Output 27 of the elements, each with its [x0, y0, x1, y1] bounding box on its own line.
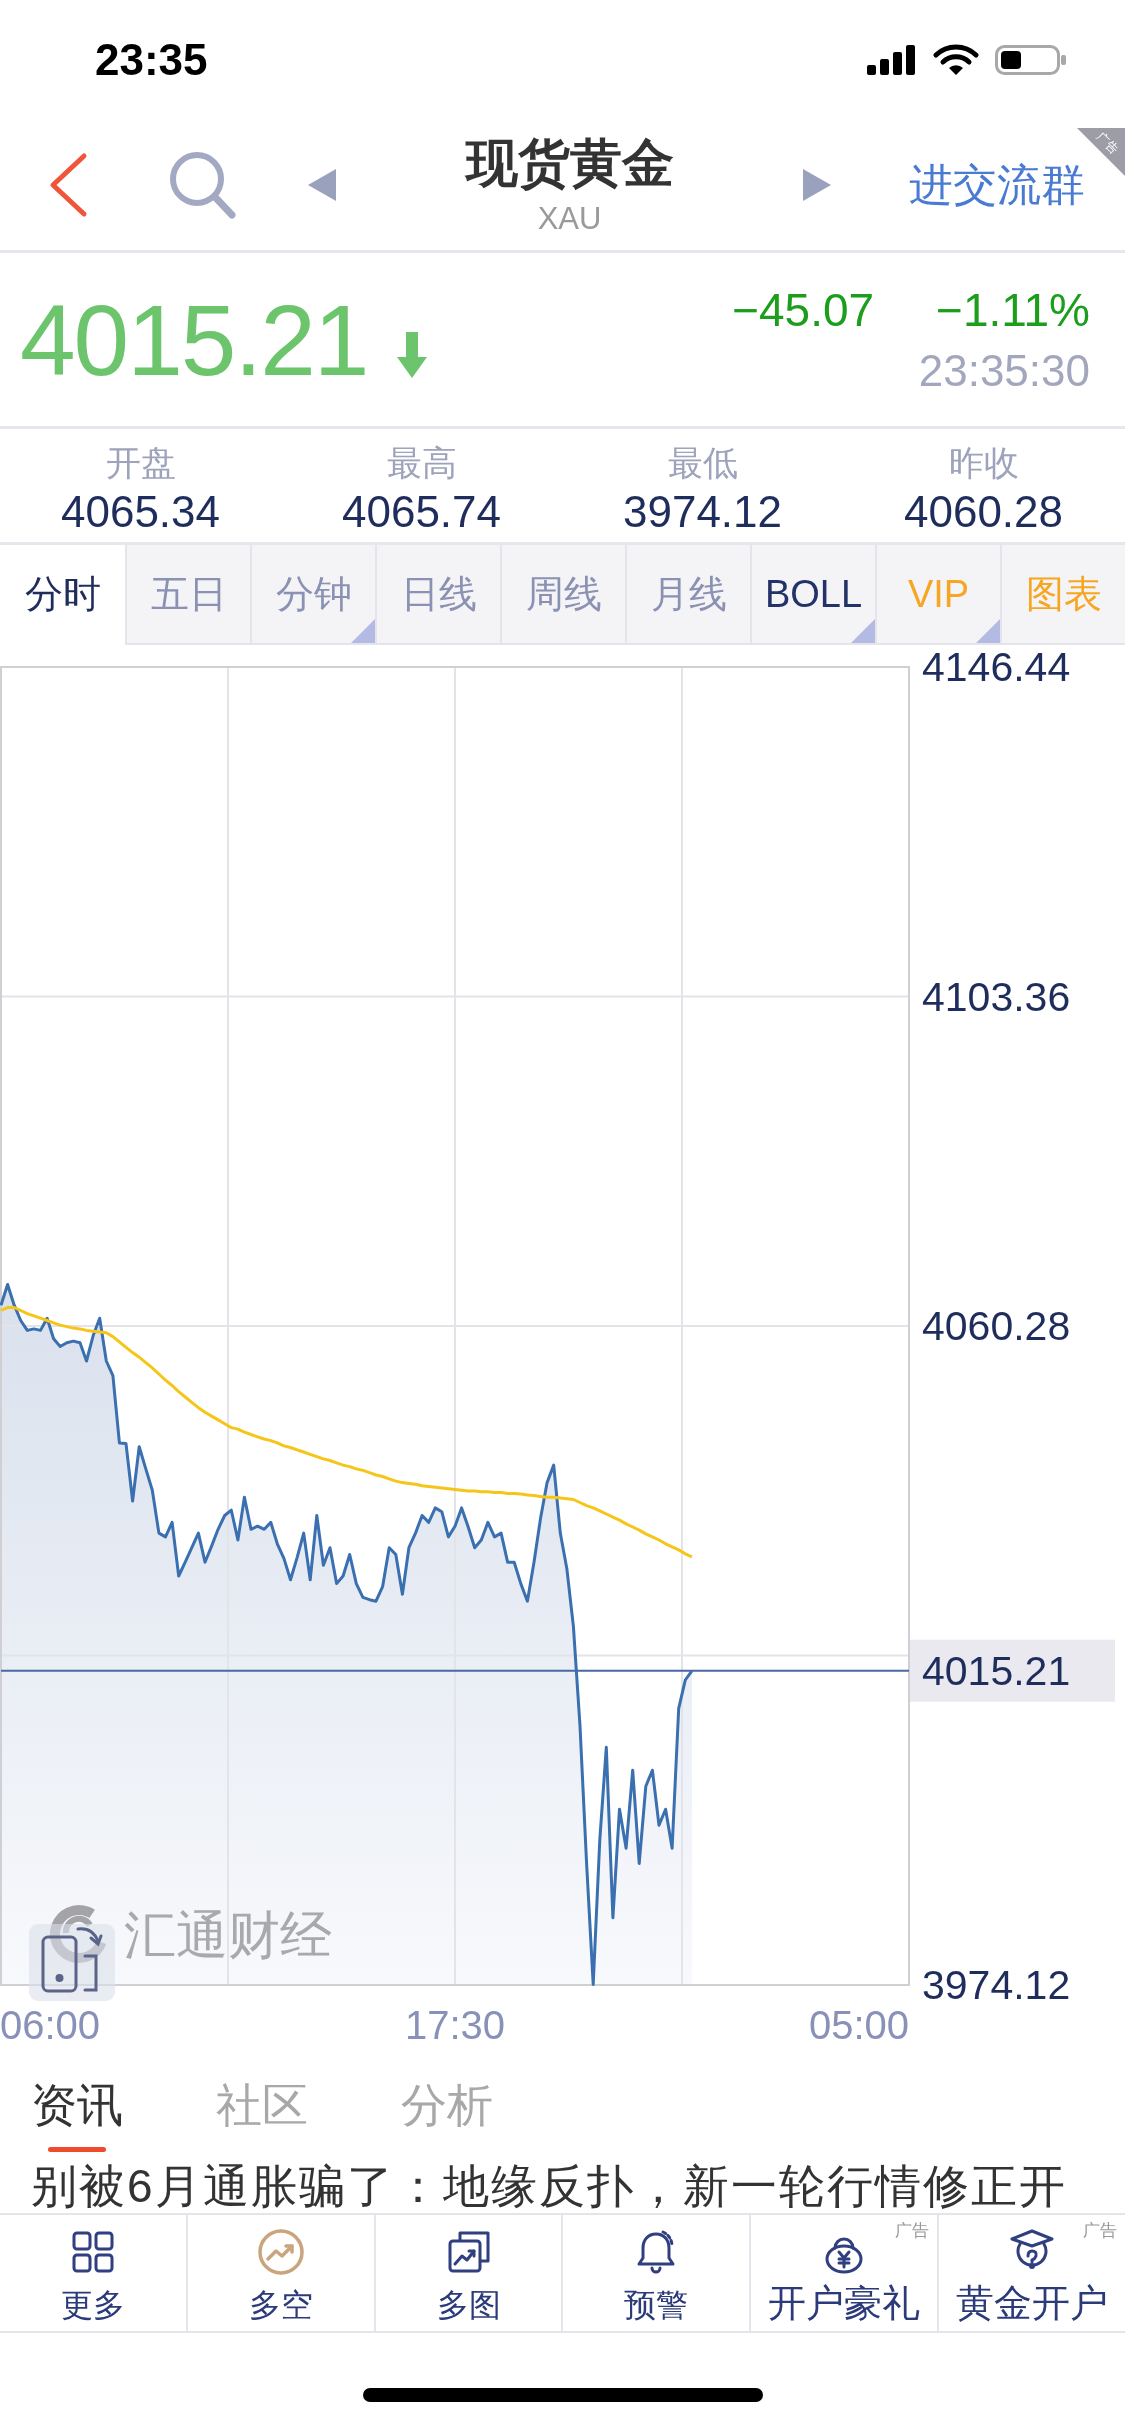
stat-value: 3974.12: [622, 487, 783, 537]
current-price-tag: 4015.21: [910, 1639, 1115, 1702]
symbol-code: XAU: [537, 201, 602, 237]
stat-label: 昨收: [948, 443, 1019, 483]
page-title: 现货黄金: [465, 133, 674, 193]
x-axis-label: 05:00: [808, 2003, 909, 2047]
ad-label: 广告: [895, 2221, 930, 2241]
ad-label: 广告: [1082, 2221, 1117, 2241]
current-price: 4015.21: [20, 289, 368, 390]
series-label: 4015.21: [922, 1647, 1071, 1694]
stat-label: 最低: [667, 443, 738, 483]
y-axis-label: 4060.28: [922, 1303, 1071, 1349]
x-axis-label: 06:00: [0, 2003, 101, 2047]
y-axis-label: 4146.44: [922, 645, 1071, 690]
stat-label: 开盘: [105, 443, 176, 483]
stat-value: 4060.28: [903, 487, 1064, 537]
price-change: −45.07: [732, 283, 875, 337]
percent-change: −1.11%: [936, 283, 1090, 337]
quote-time: 23:35:30: [918, 344, 1090, 396]
stat-value: 4065.74: [341, 487, 502, 537]
x-axis-label: 17:30: [404, 2003, 506, 2047]
stat-label: 最高: [386, 443, 457, 483]
stat-value: 4065.34: [60, 487, 221, 537]
y-axis-label: 3974.12: [922, 1962, 1071, 2008]
brand-name: 汇通财经: [124, 1906, 332, 1964]
y-axis-label: 4103.36: [922, 973, 1071, 1020]
status-time: 23:35: [95, 35, 208, 85]
